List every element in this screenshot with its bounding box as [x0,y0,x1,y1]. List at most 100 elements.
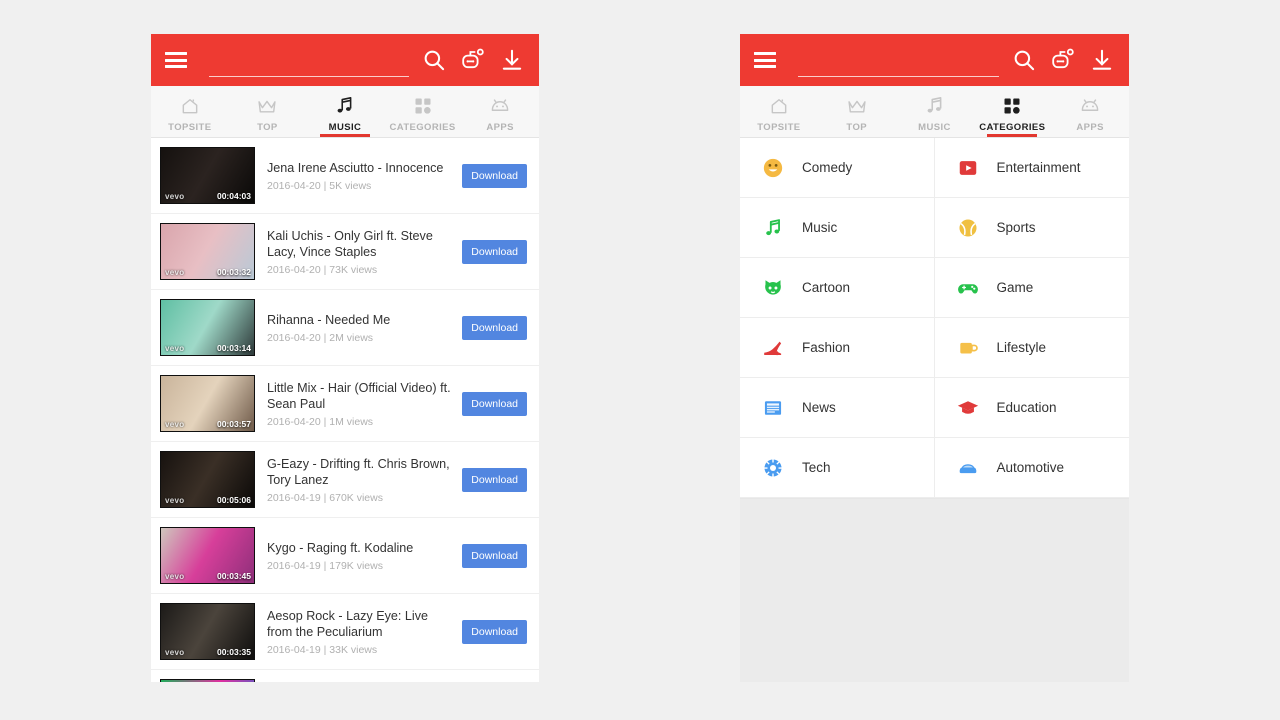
table-row[interactable]: vevo 00:03:57 Little Mix - Hair (Official … [151,366,539,442]
tab-categories[interactable]: CATEGORIES [973,86,1051,137]
category-item-education[interactable]: Education [934,378,1129,438]
category-label: Sports [996,220,1036,235]
graduation-cap-icon [957,397,979,419]
category-item-game[interactable]: Game [934,258,1129,318]
video-thumbnail[interactable]: vevo [160,679,255,682]
app-bar-right [740,34,1129,86]
category-item-sports[interactable]: Sports [934,198,1129,258]
video-duration: 00:03:57 [216,419,251,429]
tab-top[interactable]: TOP [229,86,307,137]
video-title: Kali Uchis - Only Girl ft. Steve Lacy, V… [267,228,433,259]
hamburger-icon[interactable] [754,52,776,68]
robot-head-icon[interactable] [460,47,486,73]
tab-apps[interactable]: APPS [1051,86,1129,137]
video-title: Jena Irene Asciutto - Innocence [267,160,444,175]
video-subtitle: 2016-04-19 | 179K views [267,559,383,572]
video-duration: 00:03:35 [216,647,251,657]
download-button[interactable]: Download [462,315,527,340]
smiley-face-icon [762,157,784,179]
video-thumbnail[interactable]: vevo 00:05:06 [160,451,255,508]
crown-icon [846,95,868,117]
android-icon [489,95,511,117]
tab-bar-right: TOPSITE TOP MUSIC CATEGORIES APPS [740,86,1129,138]
video-subtitle: 2016-04-19 | 670K views [267,491,383,504]
category-item-entertainment[interactable]: Entertainment [934,138,1129,198]
video-thumbnail[interactable]: vevo 00:04:03 [160,147,255,204]
tab-underline [320,134,370,137]
video-title: Rihanna - Needed Me [267,312,391,327]
category-item-automotive[interactable]: Automotive [934,438,1129,498]
tab-music[interactable]: MUSIC [896,86,974,137]
category-item-fashion[interactable]: Fashion [740,318,935,378]
table-row[interactable]: vevo 00:03:45 Kygo - Raging ft. Kodaline 20… [151,518,539,594]
tab-label: TOPSITE [757,121,801,133]
robot-head-icon[interactable] [1050,47,1076,73]
table-row[interactable]: vevo 00:04:03 Jena Irene Asciutto - Innoce… [151,138,539,214]
download-button[interactable]: Download [462,391,527,416]
tab-label: APPS [486,121,514,133]
table-row[interactable]: vevo 00:05:06 G-Eazy - Drifting ft. Chris … [151,442,539,518]
category-item-comedy[interactable]: Comedy [740,138,935,198]
tab-music[interactable]: MUSIC [306,86,384,137]
high-heel-icon [762,337,784,359]
table-row[interactable]: vevo 00:03:32 Kali Uchis - Only Girl ft. S… [151,214,539,290]
video-thumbnail[interactable]: vevo 00:03:14 [160,299,255,356]
search-icon[interactable] [1011,47,1037,73]
categories-grid[interactable]: Comedy Entertainment Music Sports Cartoon Gam… [740,138,1129,499]
phone-screen-music: TOPSITE TOP MUSIC CATEGORIES APPS vevo 0… [151,34,539,682]
tab-label: MUSIC [328,121,362,133]
category-label: Entertainment [996,160,1081,175]
video-meta: G-Eazy - Drifting ft. Chris Brown, Tory … [255,456,462,504]
thumbnail-image [161,680,254,682]
category-label: Game [996,280,1034,295]
hamburger-icon[interactable] [165,52,187,68]
search-field-wrapper[interactable] [798,43,999,77]
search-field-wrapper[interactable] [209,43,409,77]
tab-label: TOP [257,121,278,133]
download-button[interactable]: Download [462,239,527,264]
app-bar-left [151,34,539,86]
search-input[interactable] [798,51,999,75]
android-icon [1079,95,1101,117]
tab-top[interactable]: TOP [818,86,896,137]
video-thumbnail[interactable]: vevo 00:03:45 [160,527,255,584]
video-thumbnail[interactable]: vevo 00:03:57 [160,375,255,432]
tab-categories[interactable]: CATEGORIES [384,86,462,137]
music-video-list[interactable]: vevo 00:04:03 Jena Irene Asciutto - Innoce… [151,138,539,682]
download-button[interactable]: Download [462,163,527,188]
category-item-tech[interactable]: Tech [740,438,935,498]
search-input[interactable] [209,51,409,75]
category-item-lifestyle[interactable]: Lifestyle [934,318,1129,378]
play-box-icon [957,157,979,179]
tab-underline [987,134,1038,137]
category-label: Comedy [802,160,853,175]
vevo-watermark: vevo [165,344,185,353]
video-thumbnail[interactable]: vevo 00:03:35 [160,603,255,660]
video-meta: Rihanna - Needed Me 2016-04-20 | 2M views [255,312,462,344]
video-meta: Little Mix - Hair (Official Video) ft. S… [255,380,462,428]
video-title: Kygo - Raging ft. Kodaline [267,540,414,555]
search-icon[interactable] [421,47,447,73]
tab-apps[interactable]: APPS [461,86,539,137]
table-row[interactable]: vevoDownload [151,670,539,682]
category-item-music[interactable]: Music [740,198,935,258]
download-icon[interactable] [1089,47,1115,73]
download-icon[interactable] [499,47,525,73]
music-note-icon [762,217,784,239]
tab-topsite[interactable]: TOPSITE [740,86,818,137]
category-item-cartoon[interactable]: Cartoon [740,258,935,318]
tab-topsite[interactable]: TOPSITE [151,86,229,137]
download-button[interactable]: Download [462,619,527,644]
table-row[interactable]: vevo 00:03:35 Aesop Rock - Lazy Eye: Live … [151,594,539,670]
video-duration: 00:04:03 [216,191,251,201]
download-button[interactable]: Download [462,467,527,492]
video-title: Little Mix - Hair (Official Video) ft. S… [267,380,451,411]
download-button[interactable]: Download [462,543,527,568]
tab-label: MUSIC [918,121,951,133]
empty-space [740,499,1129,682]
category-item-news[interactable]: News [740,378,935,438]
table-row[interactable]: vevo 00:03:14 Rihanna - Needed Me 2016-04-2… [151,290,539,366]
phone-screen-categories: TOPSITE TOP MUSIC CATEGORIES APPS Comedy… [740,34,1129,682]
category-label: Tech [802,460,831,475]
video-thumbnail[interactable]: vevo 00:03:32 [160,223,255,280]
